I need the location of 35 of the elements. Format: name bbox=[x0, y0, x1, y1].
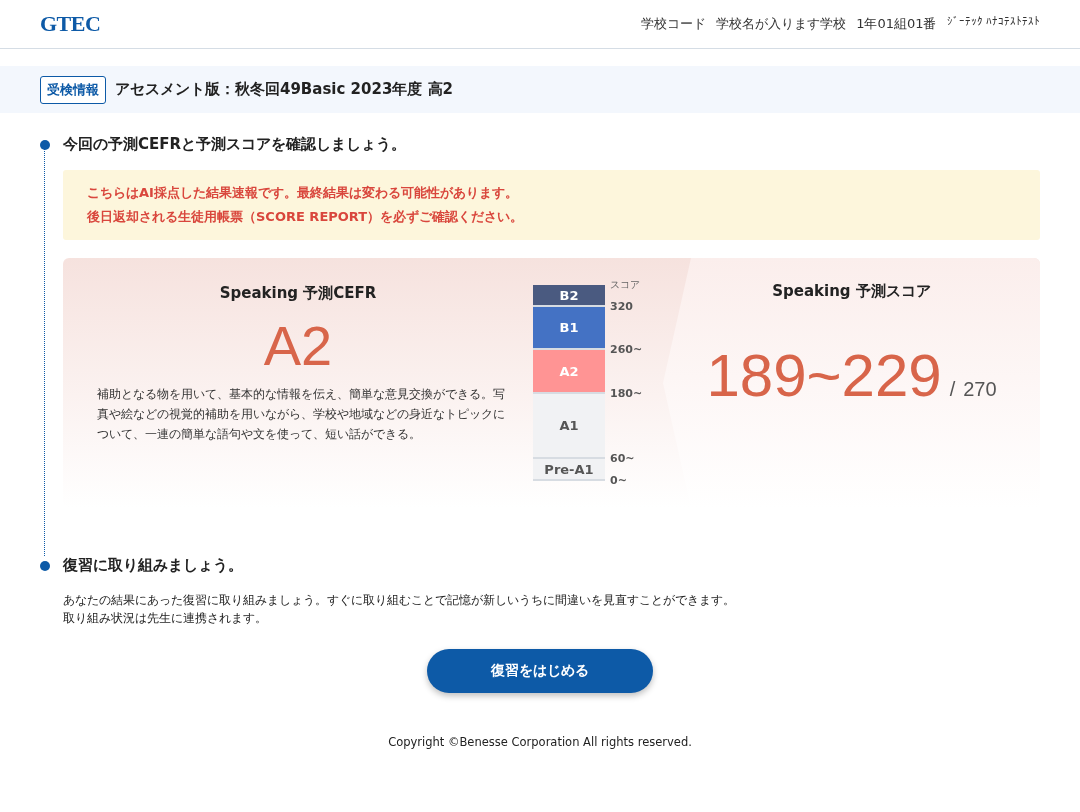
section-heading: 復習に取り組みましょう。 bbox=[63, 556, 244, 575]
section-heading: 今回の予測CEFRと予測スコアを確認しましょう。 bbox=[63, 135, 408, 154]
cefr-band: A1 bbox=[533, 394, 605, 459]
logo: GTEC bbox=[40, 11, 101, 37]
cefr-description: 補助となる物を用いて、基本的な情報を伝え、簡単な意見交換ができる。写真や絵などの視覚的補助を用いながら、学校や地域などの身近なトピックについて、一連の簡単な語句や文を使って、短い話ができる。 bbox=[96, 386, 506, 443]
cefr-band: Pre-A1 bbox=[533, 459, 605, 481]
score-tick: 60~ bbox=[610, 452, 635, 465]
user-info-text: 学校コード bbox=[641, 15, 707, 33]
cefr-band: B2 bbox=[533, 285, 605, 307]
score-max: 270 bbox=[963, 378, 997, 401]
score-tick: 0~ bbox=[610, 474, 628, 487]
body-text: 取り組み状況は先生に連携されます。 bbox=[63, 610, 268, 627]
body-text: あなたの結果にあった復習に取り組みましょう。すぐに取り組むことで記憶が新しいうちに間違いを見直すことができます。 bbox=[63, 592, 736, 609]
score-tick: 320 bbox=[610, 300, 633, 313]
notice-text: 後日返却される生徒用帳票（SCORE REPORT）を必ずご確認ください。 bbox=[87, 208, 525, 226]
cefr-band: A2 bbox=[533, 350, 605, 394]
cefr-band: B1 bbox=[533, 307, 605, 350]
score-tick: 180~ bbox=[610, 387, 643, 400]
copyright-text: Copyright ©Benesse Corporation All rights reserved. bbox=[387, 735, 693, 749]
cefr-level: A2 bbox=[263, 313, 333, 378]
score-separator: / bbox=[949, 378, 956, 401]
user-info-text: 学校名が入ります学校 bbox=[716, 15, 847, 33]
start-review-button[interactable]: 復習をはじめる bbox=[427, 649, 653, 693]
score-tick: 260~ bbox=[610, 343, 643, 356]
cefr-title: Speaking 予測CEFR bbox=[219, 284, 377, 303]
exam-info-badge: 受検情報 bbox=[40, 75, 106, 104]
exam-title: アセスメント版：秋冬回49Basic 2023年度 高2 bbox=[115, 80, 454, 99]
bullet-dot-icon bbox=[40, 561, 50, 571]
bullet-dot-icon bbox=[40, 140, 50, 150]
score-range: 189~229 bbox=[706, 341, 942, 410]
scale-heading: スコア bbox=[610, 279, 640, 290]
notice-text: こちらはAI採点した結果速報です。最終結果は変わる可能性があります。 bbox=[87, 184, 519, 202]
user-info-text: 1年01組01番 bbox=[856, 15, 937, 33]
score-title: Speaking 予測スコア bbox=[772, 282, 931, 301]
user-info-text: ｼﾞｰﾃｯｸ ﾊﾅｺﾃｽﾄﾃｽﾄ bbox=[946, 15, 1040, 30]
